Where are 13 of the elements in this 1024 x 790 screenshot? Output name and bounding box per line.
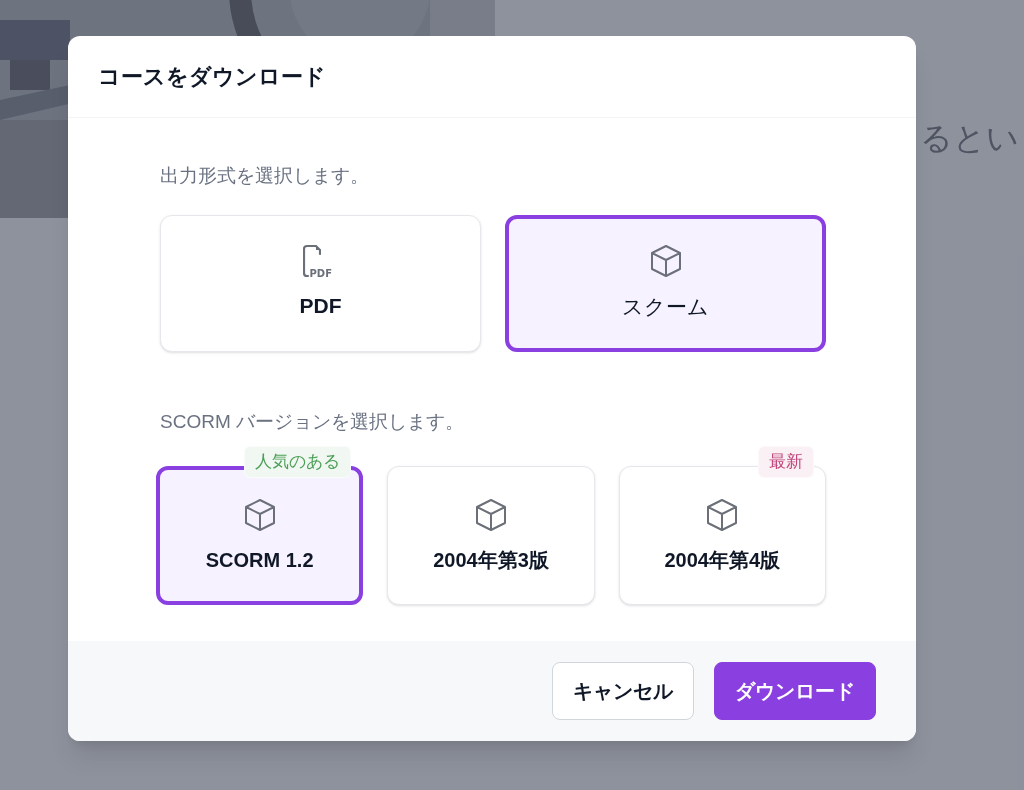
version-option[interactable]: 2004年第3版 xyxy=(387,466,595,605)
format-option[interactable]: スクーム xyxy=(505,214,826,352)
badge: 最新 xyxy=(758,446,814,478)
icon-label: PDF xyxy=(308,269,333,280)
dialog-title: コースをダウンロード xyxy=(98,63,326,91)
badge: 人気のある xyxy=(244,446,352,478)
download-button[interactable]: ダウンロード xyxy=(714,662,876,720)
cube-icon xyxy=(473,496,509,533)
section-label: 出力形式を選択します。 xyxy=(160,164,370,188)
format-option[interactable]: PDF PDF xyxy=(160,214,481,352)
cancel-button[interactable]: キャンセル xyxy=(552,662,694,720)
background-text: るとい xyxy=(920,119,1019,158)
section-label: SCORM バージョンを選択します。 xyxy=(160,409,465,434)
